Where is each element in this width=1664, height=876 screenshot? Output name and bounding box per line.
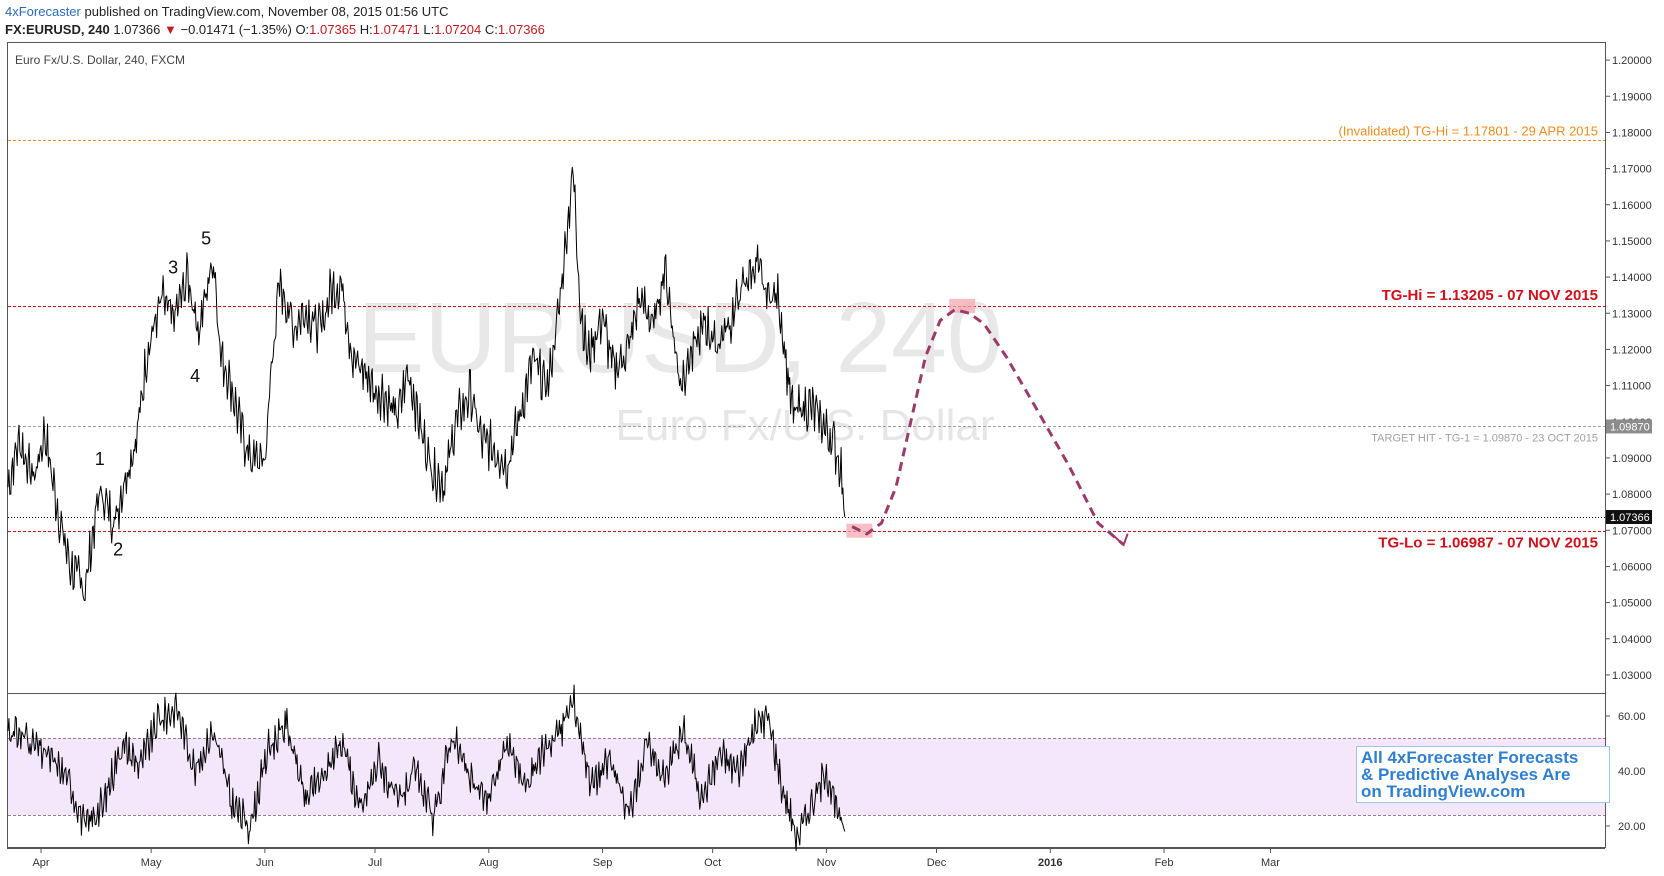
time-tick-label: Nov <box>817 857 837 869</box>
time-tick-label: Oct <box>704 857 721 869</box>
time-tick-label: 2016 <box>1038 857 1062 869</box>
price-tick-label: 1.15000 <box>1612 236 1652 248</box>
watermark-symbol: EURUSD, 240 <box>358 282 1003 394</box>
wave-label: 4 <box>190 366 200 386</box>
price-tick-label: 1.16000 <box>1612 200 1652 212</box>
price-tick-label: 1.12000 <box>1612 344 1652 356</box>
chart-title: Euro Fx/U.S. Dollar, 240, FXCM <box>15 53 185 67</box>
price-tick-label: 1.04000 <box>1612 634 1652 646</box>
target-hit-label: TARGET HIT - TG-1 = 1.09870 - 23 OCT 201… <box>1371 432 1598 444</box>
rsi-tick-label: 20.00 <box>1618 821 1646 833</box>
wave-label: 2 <box>113 540 123 560</box>
last-price-badge-text: 1.07366 <box>1610 512 1650 524</box>
wave-label: 5 <box>201 229 211 249</box>
time-tick-label: May <box>141 857 162 869</box>
tg-lo-label: TG-Lo = 1.06987 - 07 NOV 2015 <box>1378 535 1598 552</box>
rsi-tick-label: 40.00 <box>1618 766 1646 778</box>
price-tick-label: 1.05000 <box>1612 598 1652 610</box>
wave-label: 1 <box>95 449 105 469</box>
rsi-tick-label: 60.00 <box>1618 711 1646 723</box>
promo-line-2: & Predictive Analyses Are <box>1361 765 1571 784</box>
target-hit-badge-text: 1.09870 <box>1610 421 1650 433</box>
wave-label: 3 <box>168 257 178 277</box>
time-tick-label: Aug <box>479 857 499 869</box>
time-axis[interactable]: Apr May Jun Jul Aug Sep Oct Nov Dec 2016 Feb Mar <box>32 848 1280 869</box>
price-tick-label: 1.09000 <box>1612 453 1652 465</box>
price-tick-label: 1.11000 <box>1612 381 1651 393</box>
time-tick-label: Feb <box>1155 857 1174 869</box>
price-tick-label: 1.06000 <box>1612 561 1652 573</box>
time-tick-label: Mar <box>1261 857 1280 869</box>
promo-line-1: All 4xForecaster Forecasts <box>1361 748 1579 767</box>
target-hit-price-badge: 1.09870 <box>1606 419 1652 434</box>
price-tick-label: 1.13000 <box>1612 308 1652 320</box>
price-tick-label: 1.17000 <box>1612 164 1652 176</box>
rsi-axis[interactable]: 20.00 40.00 60.00 <box>1605 711 1646 833</box>
price-tick-label: 1.20000 <box>1612 55 1652 67</box>
time-tick-label: Jun <box>256 857 274 869</box>
time-tick-label: Sep <box>593 857 613 869</box>
price-tick-label: 1.07000 <box>1612 525 1652 537</box>
price-axis[interactable]: 1.03000 1.04000 1.05000 1.06000 1.07000 1.080… <box>1605 55 1652 682</box>
invalidated-label: (Invalidated) TG-Hi = 1.17801 - 29 APR 2… <box>1338 124 1598 139</box>
time-tick-label: Dec <box>927 857 947 869</box>
price-tick-label: 1.14000 <box>1612 272 1652 284</box>
price-chart[interactable]: EURUSD, 240 Euro Fx/U.S. Dollar Euro Fx/… <box>0 0 1664 876</box>
price-tick-label: 1.08000 <box>1612 489 1652 501</box>
price-tick-label: 1.03000 <box>1612 670 1652 682</box>
tg-hi-label: TG-Hi = 1.13205 - 07 NOV 2015 <box>1382 287 1598 304</box>
last-price-badge: 1.07366 <box>1606 510 1652 525</box>
time-tick-label: Apr <box>32 857 49 869</box>
promo-box[interactable]: All 4xForecaster Forecasts & Predictive … <box>1356 746 1610 803</box>
promo-line-3: on TradingView.com <box>1361 782 1526 801</box>
time-tick-label: Jul <box>368 857 382 869</box>
price-tick-label: 1.19000 <box>1612 91 1652 103</box>
price-tick-label: 1.18000 <box>1612 127 1652 139</box>
